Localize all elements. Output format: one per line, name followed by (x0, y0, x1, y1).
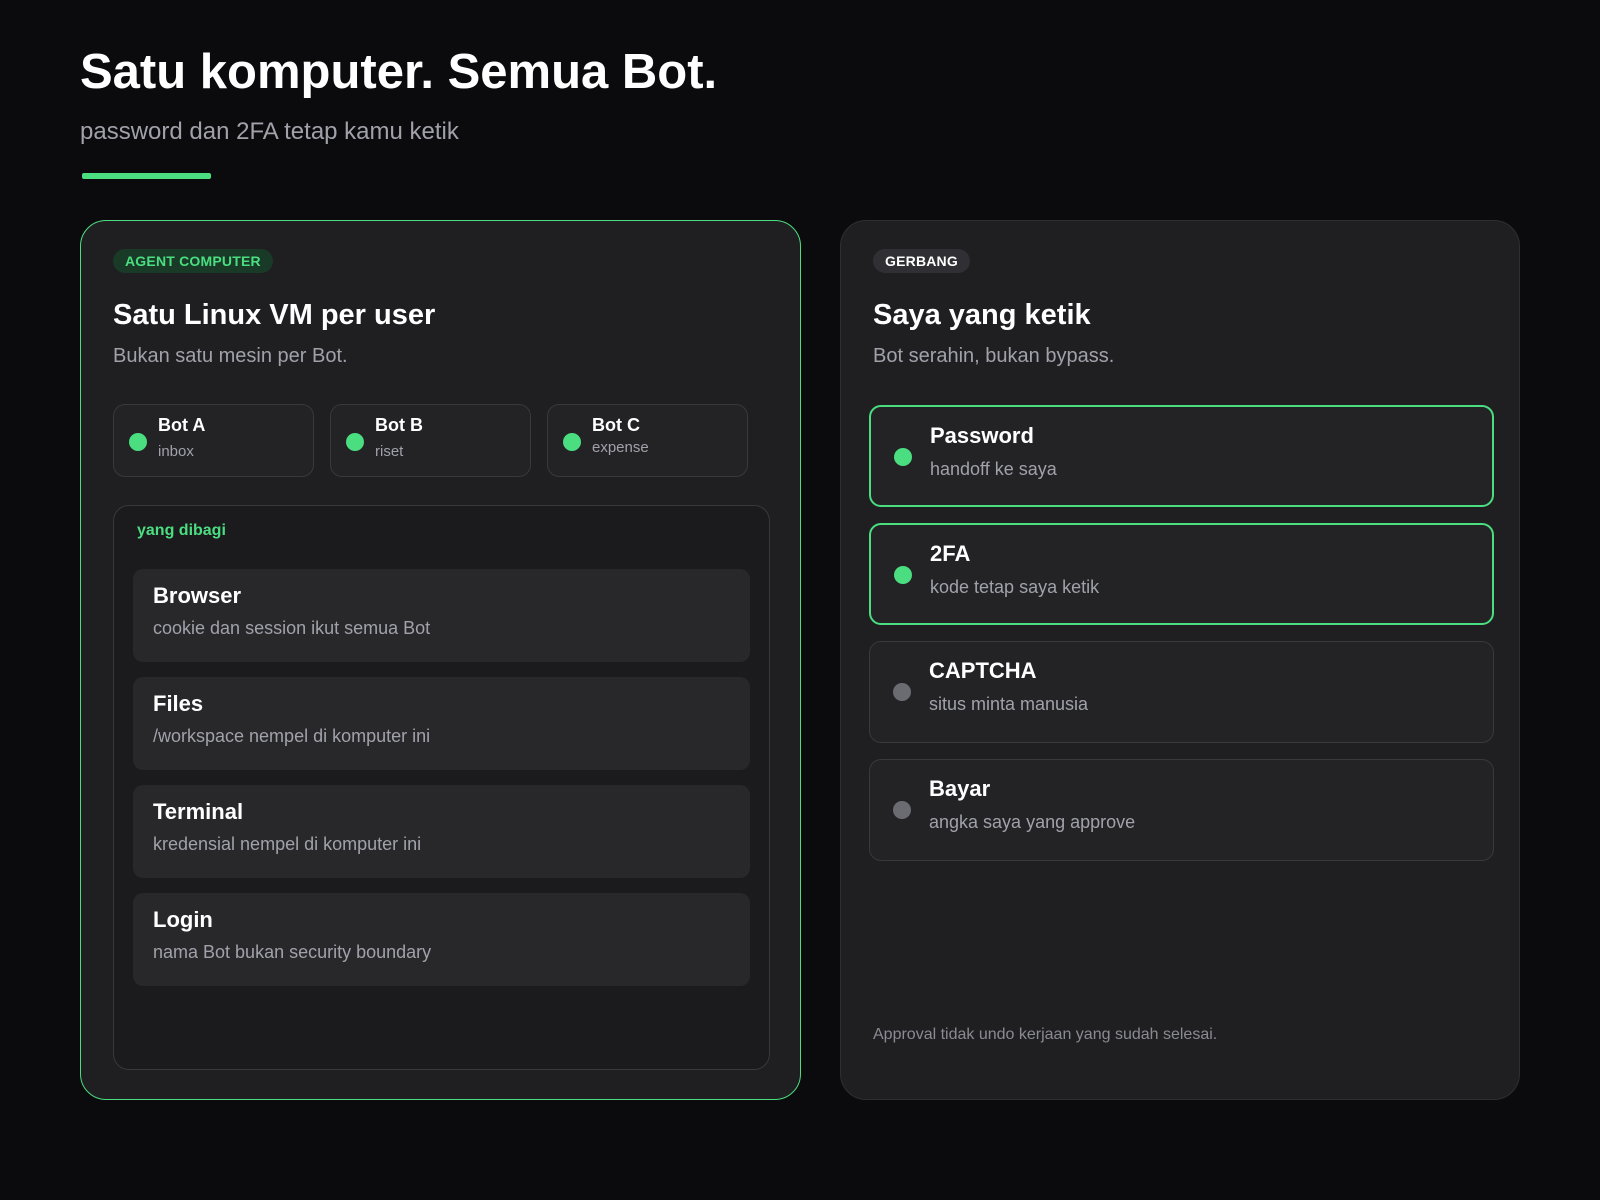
bot-card-c[interactable]: Bot C expense (547, 404, 748, 477)
accent-divider (82, 173, 211, 179)
shared-item-title: Browser (153, 583, 242, 608)
gate-item-captcha[interactable]: CAPTCHA situs minta manusia (869, 641, 1494, 743)
bot-list: Bot A inbox Bot B riset Bot C expense (113, 404, 748, 477)
status-dot-icon (346, 433, 364, 451)
shared-resources-panel: yang dibagi Browser cookie dan session i… (113, 505, 770, 1070)
status-dot-icon (563, 433, 581, 451)
agent-computer-card: AGENT COMPUTER Satu Linux VM per user Bu… (80, 220, 801, 1100)
agent-computer-subtitle: Bukan satu mesin per Bot. (113, 345, 348, 367)
gate-list: Password handoff ke saya 2FA kode tetap … (869, 405, 1494, 877)
shared-item-terminal[interactable]: Terminal kredensial nempel di komputer i… (133, 785, 750, 878)
bot-role: riset (375, 443, 404, 460)
status-dot-icon (893, 683, 911, 701)
shared-item-desc: nama Bot bukan security boundary (153, 942, 432, 962)
shared-item-desc: /workspace nempel di komputer ini (153, 726, 431, 746)
gate-item-title: 2FA (930, 541, 971, 566)
gate-item-desc: handoff ke saya (930, 459, 1057, 479)
shared-item-title: Terminal (153, 799, 244, 824)
shared-item-title: Files (153, 691, 204, 716)
page-subtitle: password dan 2FA tetap kamu ketik (80, 118, 459, 145)
shared-item-browser[interactable]: Browser cookie dan session ikut semua Bo… (133, 569, 750, 662)
agent-computer-title: Satu Linux VM per user (113, 299, 436, 331)
bot-name: Bot B (375, 415, 423, 435)
shared-item-desc: cookie dan session ikut semua Bot (153, 618, 431, 638)
gate-item-title: Bayar (929, 776, 991, 801)
shared-item-files[interactable]: Files /workspace nempel di komputer ini (133, 677, 750, 770)
status-dot-icon (129, 433, 147, 451)
gate-item-title: CAPTCHA (929, 658, 1037, 683)
gate-item-title: Password (930, 423, 1034, 448)
agent-computer-badge: AGENT COMPUTER (113, 249, 273, 273)
gate-item-desc: angka saya yang approve (929, 812, 1136, 832)
gate-badge: GERBANG (873, 249, 970, 273)
bot-role: inbox (158, 443, 194, 460)
gate-item-password[interactable]: Password handoff ke saya (869, 405, 1494, 507)
gate-title: Saya yang ketik (873, 299, 1091, 331)
bot-name: Bot A (158, 415, 206, 435)
bot-name: Bot C (592, 415, 640, 435)
approval-footnote: Approval tidak undo kerjaan yang sudah s… (873, 1026, 1218, 1043)
bot-role: expense (592, 439, 649, 456)
status-dot-icon (894, 448, 912, 466)
bot-card-b[interactable]: Bot B riset (330, 404, 531, 477)
shared-item-login[interactable]: Login nama Bot bukan security boundary (133, 893, 750, 986)
status-dot-icon (893, 801, 911, 819)
status-dot-icon (894, 566, 912, 584)
shared-resources-label: yang dibagi (137, 522, 226, 539)
gate-item-2fa[interactable]: 2FA kode tetap saya ketik (869, 523, 1494, 625)
gate-card: GERBANG Saya yang ketik Bot serahin, buk… (840, 220, 1520, 1100)
shared-resources-list: Browser cookie dan session ikut semua Bo… (133, 569, 750, 1001)
page-title: Satu komputer. Semua Bot. (80, 45, 718, 99)
gate-item-bayar[interactable]: Bayar angka saya yang approve (869, 759, 1494, 861)
shared-item-title: Login (153, 907, 213, 932)
gate-subtitle: Bot serahin, bukan bypass. (873, 345, 1115, 367)
gate-item-desc: kode tetap saya ketik (930, 577, 1100, 597)
header: Satu komputer. Semua Bot. password dan 2… (80, 44, 717, 146)
bot-card-a[interactable]: Bot A inbox (113, 404, 314, 477)
shared-item-desc: kredensial nempel di komputer ini (153, 834, 422, 854)
gate-item-desc: situs minta manusia (929, 694, 1089, 714)
